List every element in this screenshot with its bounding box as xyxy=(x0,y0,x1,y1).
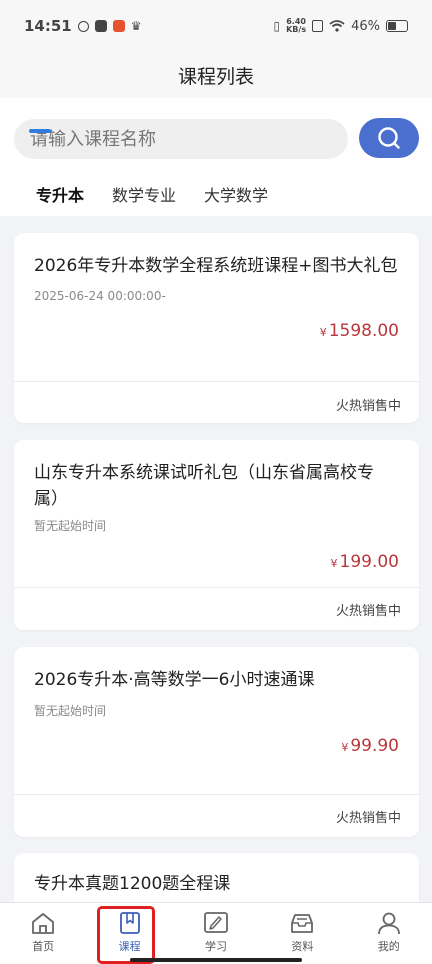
price-symbol: ¥ xyxy=(330,557,338,570)
study-icon xyxy=(204,912,228,933)
battery-fill xyxy=(388,22,397,30)
tab-university-math[interactable]: 大学数学 xyxy=(188,178,280,212)
course-title: 山东专升本系统课试听礼包（山东省属高校专属） xyxy=(34,463,374,509)
search-button[interactable] xyxy=(359,118,419,158)
card-divider xyxy=(14,381,419,382)
tab-label: 大学数学 xyxy=(204,186,269,205)
network-speed-unit: KB/s xyxy=(286,25,307,34)
course-date: 暂无起始时间 xyxy=(34,704,107,718)
notification-app-icon xyxy=(77,20,89,32)
status-bar: 14:51 ♛ ▯ 6.40 KB/s 46% xyxy=(0,0,432,52)
bottom-nav: 首页 课程 学习 资料 我的 xyxy=(0,902,432,964)
nav-label: 首页 xyxy=(32,940,55,953)
price-value: 99.90 xyxy=(350,736,399,756)
status-left: 14:51 ♛ xyxy=(24,17,142,35)
card-divider xyxy=(14,794,419,795)
battery-icon xyxy=(386,20,408,32)
sale-status: 火热销售中 xyxy=(335,811,401,826)
course-price: ¥1598.00 xyxy=(320,321,399,341)
tab-zhuanshengben[interactable]: 专升本 xyxy=(20,178,96,212)
crown-icon: ♛ xyxy=(130,19,142,33)
nav-label: 我的 xyxy=(377,940,400,953)
nav-profile[interactable]: 我的 xyxy=(346,903,432,964)
course-title: 2026专升本·高等数学一6小时速通课 xyxy=(34,670,315,690)
shopping-app-icon xyxy=(112,20,125,32)
sale-status: 火热销售中 xyxy=(335,399,401,414)
page-title: 课程列表 xyxy=(177,65,254,88)
tab-label: 数学专业 xyxy=(112,186,177,205)
vibrate-icon: ▯ xyxy=(273,19,281,33)
price-symbol: ¥ xyxy=(319,326,327,339)
wifi-icon xyxy=(329,20,345,32)
course-title: 2026年专升本数学全程系统班课程+图书大礼包 xyxy=(34,256,398,276)
course-title: 专升本真题1200题全程课 xyxy=(34,874,231,894)
price-value: 199.00 xyxy=(339,552,399,572)
home-icon xyxy=(32,913,55,934)
price-value: 1598.00 xyxy=(328,321,399,341)
course-card[interactable]: 2026年专升本数学全程系统班课程+图书大礼包 2025-06-24 00:00… xyxy=(14,233,419,423)
video-app-icon xyxy=(94,20,107,32)
no-sim-icon xyxy=(312,20,324,32)
sale-status: 火热销售中 xyxy=(335,604,401,619)
status-right: ▯ 6.40 KB/s 46% xyxy=(273,18,408,34)
course-card[interactable]: 2026专升本·高等数学一6小时速通课 暂无起始时间 ¥99.90 火热销售中 xyxy=(14,647,419,837)
highlight-box xyxy=(97,906,155,964)
search-icon xyxy=(378,127,400,149)
nav-label: 学习 xyxy=(204,940,227,953)
category-tabs: 专升本 数学专业 大学数学 xyxy=(20,178,280,212)
course-card[interactable]: 山东专升本系统课试听礼包（山东省属高校专属） 暂无起始时间 ¥199.00 火热… xyxy=(14,440,419,630)
battery-percent: 46% xyxy=(351,18,380,34)
profile-icon xyxy=(377,912,400,935)
page-header: 课程列表 xyxy=(0,52,432,98)
materials-icon xyxy=(291,914,314,933)
search-input[interactable] xyxy=(14,119,348,159)
status-time: 14:51 xyxy=(24,17,72,35)
tab-label: 专升本 xyxy=(36,186,85,205)
nav-materials[interactable]: 资料 xyxy=(259,903,345,964)
course-date: 暂无起始时间 xyxy=(34,519,107,533)
nav-label: 资料 xyxy=(291,940,314,953)
price-symbol: ¥ xyxy=(341,741,349,754)
card-divider xyxy=(14,587,419,588)
nav-home[interactable]: 首页 xyxy=(0,903,86,964)
home-indicator[interactable] xyxy=(130,958,302,962)
active-tab-indicator xyxy=(29,129,51,133)
search-area: 专升本 数学专业 大学数学 xyxy=(0,98,432,216)
course-date: 2025-06-24 00:00:00- xyxy=(34,289,166,303)
tab-math-major[interactable]: 数学专业 xyxy=(96,178,188,212)
course-price: ¥99.90 xyxy=(341,736,399,756)
nav-study[interactable]: 学习 xyxy=(173,903,259,964)
course-price: ¥199.00 xyxy=(331,552,399,572)
network-speed: 6.40 KB/s xyxy=(286,18,306,34)
